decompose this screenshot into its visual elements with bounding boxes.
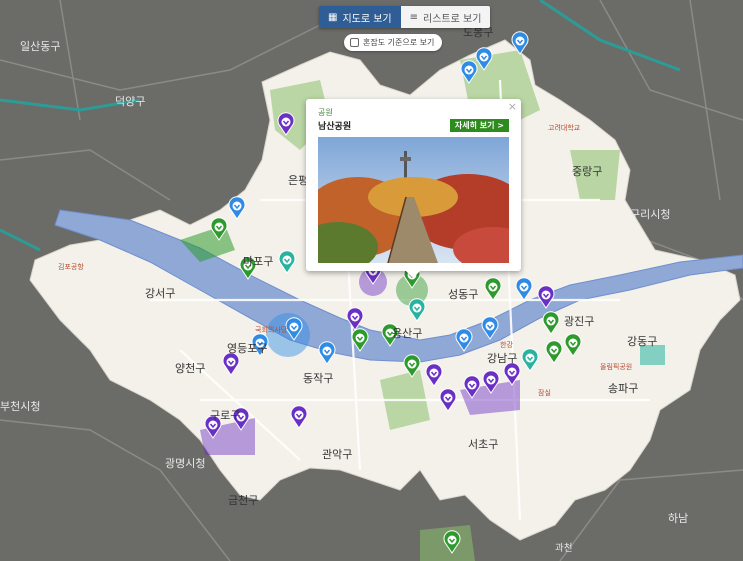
place-popup: 공원 남산공원 × 자세히 보기 >	[306, 99, 521, 278]
district-label: 마포구	[243, 255, 274, 268]
landmark-label: 국회의사당	[255, 326, 288, 334]
close-icon[interactable]: ×	[508, 100, 517, 113]
district-label: 영등포구	[227, 342, 268, 355]
congestion-label: 혼잡도 기준으로 보기	[363, 38, 435, 47]
district-label: 구로구	[210, 409, 241, 422]
district-label: 광명시청	[165, 457, 206, 470]
map-view-label: 지도로 보기	[342, 13, 392, 25]
district-label: 송파구	[608, 382, 639, 395]
map-canvas[interactable]	[0, 0, 743, 561]
district-label: 광진구	[564, 315, 595, 328]
district-label: 강동구	[627, 335, 658, 348]
detail-button[interactable]: 자세히 보기 >	[449, 119, 509, 132]
district-label: 과천	[555, 543, 573, 554]
district-label: 용산구	[392, 327, 423, 340]
district-label: 하남	[668, 512, 689, 525]
district-label: 동작구	[303, 372, 334, 385]
landmark-label: 한강	[500, 341, 513, 349]
congestion-checkbox[interactable]	[350, 38, 359, 47]
landmark-label: 잠실	[538, 389, 551, 397]
landmark-label: 김포공항	[58, 263, 84, 271]
popup-category: 공원	[318, 108, 333, 117]
landmark-label: 고려대학교	[548, 124, 581, 132]
district-label: 덕양구	[115, 95, 146, 108]
district-label: 부천시청	[0, 400, 41, 413]
district-label: 강남구	[487, 352, 518, 365]
popup-title: 남산공원	[318, 122, 352, 132]
list-icon: ≡	[409, 11, 419, 23]
landmark-label: 올림픽공원	[600, 363, 633, 371]
district-label: 성동구	[448, 288, 479, 301]
list-view-label: 리스트로 보기	[423, 13, 482, 25]
park-photo	[318, 137, 509, 263]
district-label: 양천구	[175, 362, 206, 375]
district-label: 구리시청	[630, 208, 671, 221]
view-toggle: ▦ 지도로 보기 ≡ 리스트로 보기	[319, 6, 491, 28]
district-label: 강서구	[145, 287, 176, 300]
map-view-button[interactable]: ▦ 지도로 보기	[319, 6, 401, 28]
district-label: 중랑구	[572, 165, 603, 178]
map-icon: ▦	[328, 11, 338, 23]
congestion-filter[interactable]: 혼잡도 기준으로 보기	[344, 34, 443, 51]
list-view-button[interactable]: ≡ 리스트로 보기	[400, 6, 491, 28]
district-label: 금천구	[228, 494, 259, 507]
district-label: 서초구	[468, 438, 499, 451]
district-label: 일산동구	[20, 40, 61, 53]
district-label: 관악구	[322, 448, 353, 461]
